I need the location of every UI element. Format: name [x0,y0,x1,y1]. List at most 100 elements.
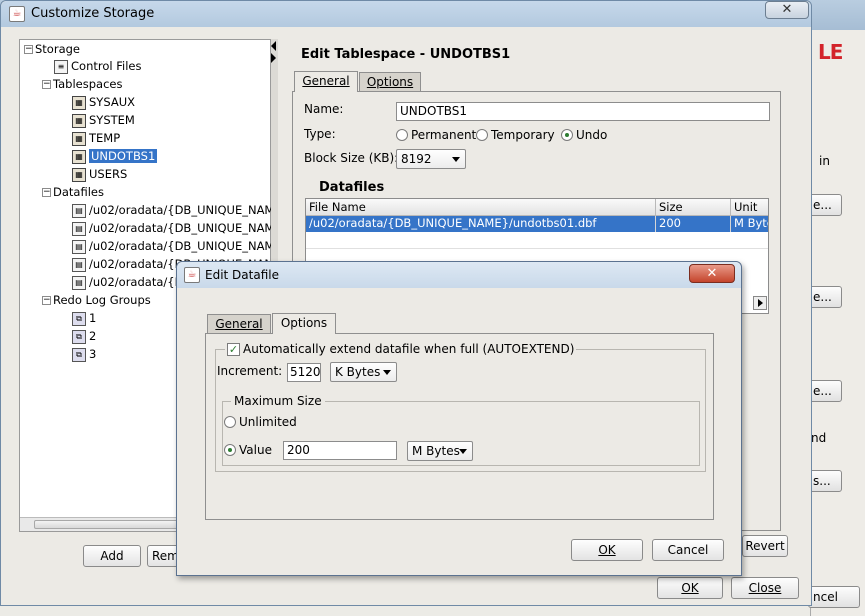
splitter-left-arrow-icon[interactable] [271,41,276,51]
tree-node-tablespace-sysaux[interactable]: ▦ SYSAUX [72,94,135,110]
tree-node-redo-group-2[interactable]: ⧉ 2 [72,328,96,344]
edit-tablespace-heading: Edit Tablespace - UNDOTBS1 [301,47,511,62]
chevron-down-icon [452,157,460,162]
cell-size[interactable]: 200 [656,216,731,232]
datafile-icon: ▤ [72,257,86,272]
type-permanent-radio[interactable]: Permanent [396,128,476,142]
maximum-size-legend: Maximum Size [231,394,325,408]
radio-circle[interactable] [224,416,236,428]
datafile-icon: ▤ [72,203,86,218]
tablespace-icon: ▦ [72,167,86,182]
background-button-2[interactable]: e... [808,286,842,308]
background-button-3[interactable]: e... [808,380,842,402]
increment-label: Increment: [217,364,283,378]
radio-circle[interactable] [396,129,408,141]
dialog-tab-options[interactable]: Options [272,313,336,334]
datafile-icon: ▤ [72,221,86,236]
window-title: Customize Storage [31,6,155,21]
background-button-1[interactable]: e... [808,194,842,216]
type-label: Type: [304,127,336,141]
background-side-panel [810,30,865,616]
name-input[interactable]: UNDOTBS1 [396,102,770,121]
tree-node-datafile-2[interactable]: ▤/u02/oradata/{DB_UNIQUE_NAM [72,220,274,236]
tree-node-control-files[interactable]: ≡ Control Files [54,58,141,74]
background-cancel-button[interactable]: ncel [808,586,860,608]
window-close-button[interactable]: ✕ [765,1,809,19]
tree-node-tablespaces[interactable]: − Tablespaces [42,76,122,92]
tab-general[interactable]: General [294,71,358,92]
brand-logo-fragment: LE [818,40,843,64]
tree-node-redo-log-groups[interactable]: − Redo Log Groups [42,292,151,308]
max-size-value-radio[interactable]: Value [224,443,272,457]
background-text-nd: nd [811,431,827,445]
collapse-icon[interactable]: − [42,80,51,89]
dialog-close-button[interactable]: ✕ [689,264,735,283]
checkmark-icon[interactable]: ✓ [227,342,240,356]
max-size-unit-select[interactable]: M Bytes [407,441,473,461]
control-file-icon: ≡ [54,59,68,74]
block-size-select[interactable]: 8192 [396,149,466,169]
edit-datafile-dialog: ☕ Edit Datafile ✕ General Options ✓ Autom… [176,261,742,576]
revert-button[interactable]: Revert [742,535,788,557]
collapse-icon[interactable]: − [42,188,51,197]
chevron-down-icon [383,370,391,375]
main-ok-button[interactable]: OK [657,577,723,599]
add-button[interactable]: Add [83,545,141,567]
tablespace-icon: ▦ [72,149,86,164]
cell-unit[interactable]: M Bytes [731,216,768,232]
row-divider [306,248,768,249]
java-app-icon: ☕ [184,267,200,283]
redo-group-icon: ⧉ [72,311,86,326]
dialog-title: Edit Datafile [205,268,279,282]
collapse-icon[interactable]: − [42,296,51,305]
redo-group-icon: ⧉ [72,347,86,362]
tree-node-datafiles[interactable]: − Datafiles [42,184,104,200]
tree-node-datafile-1[interactable]: ▤/u02/oradata/{DB_UNIQUE_NAM [72,202,274,218]
splitter-right-arrow-icon[interactable] [271,53,276,63]
datafile-icon: ▤ [72,275,86,290]
radio-circle[interactable] [476,129,488,141]
main-close-button[interactable]: Close [731,577,799,599]
tree-node-tablespace-temp[interactable]: ▦ TEMP [72,130,120,146]
tab-options[interactable]: Options [359,72,421,92]
tree-node-tablespace-undotbs1[interactable]: ▦ UNDOTBS1 [72,148,158,164]
tablespace-icon: ▦ [72,95,86,110]
java-app-icon: ☕ [9,6,25,22]
name-label: Name: [304,102,344,116]
dialog-ok-button[interactable]: OK [571,539,643,561]
max-size-unlimited-radio[interactable]: Unlimited [224,415,297,429]
cell-file-name[interactable]: /u02/oradata/{DB_UNIQUE_NAME}/undotbs01.… [306,216,656,232]
table-scroll-right-button[interactable] [753,296,767,310]
radio-circle-selected[interactable] [561,129,573,141]
datafile-icon: ▤ [72,239,86,254]
type-temporary-radio[interactable]: Temporary [476,128,555,142]
background-button-4[interactable]: s... [808,470,842,492]
tree-node-redo-group-1[interactable]: ⧉ 1 [72,310,96,326]
tree-node-datafile-3[interactable]: ▤/u02/oradata/{DB_UNIQUE_NAM [72,238,274,254]
column-header-file-name[interactable]: File Name [306,199,656,216]
max-size-value-input[interactable]: 200 [283,441,397,460]
autoextend-checkbox[interactable]: ✓ Automatically extend datafile when full… [225,342,577,356]
tree-node-tablespace-users[interactable]: ▦ USERS [72,166,127,182]
type-undo-radio[interactable]: Undo [561,128,607,142]
increment-unit-select[interactable]: K Bytes [330,362,397,382]
tree-node-storage[interactable]: − Storage [24,41,80,57]
block-size-label: Block Size (KB): [304,151,399,165]
window-titlebar: ☕ Customize Storage ✕ [1,1,811,27]
tablespace-icon: ▦ [72,131,86,146]
increment-input[interactable]: 5120 [287,363,321,382]
dialog-tab-general[interactable]: General [207,314,271,334]
tree-node-redo-group-3[interactable]: ⧉ 3 [72,346,96,362]
radio-circle-selected[interactable] [224,444,236,456]
dialog-cancel-button[interactable]: Cancel [652,539,724,561]
tree-node-tablespace-system[interactable]: ▦ SYSTEM [72,112,135,128]
chevron-down-icon [459,449,467,454]
redo-group-icon: ⧉ [72,329,86,344]
collapse-icon[interactable]: − [24,45,33,54]
background-text-in: in [819,154,830,168]
dialog-titlebar: ☕ Edit Datafile ✕ [177,262,741,288]
column-header-size[interactable]: Size [656,199,731,216]
arrow-right-icon [758,299,763,307]
column-header-unit[interactable]: Unit [731,199,768,216]
tablespace-icon: ▦ [72,113,86,128]
